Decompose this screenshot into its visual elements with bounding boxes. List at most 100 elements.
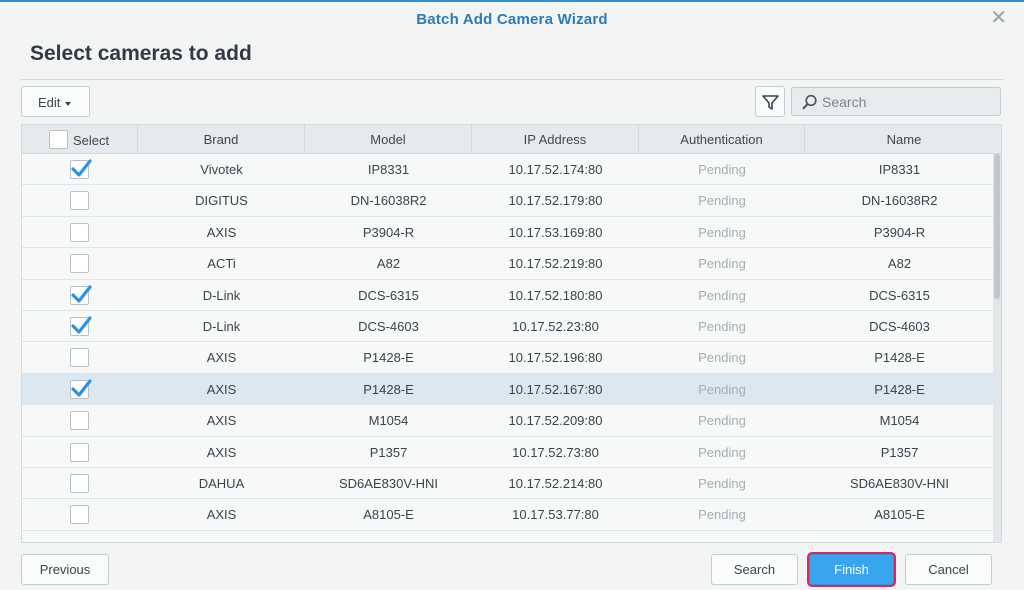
column-header-brand[interactable]: Brand	[138, 125, 305, 154]
checkmark-icon	[71, 284, 92, 303]
cell-brand: D-Link	[202, 319, 241, 334]
cell-name: DCS-6315	[869, 287, 930, 303]
cell-model: IP8331	[367, 162, 410, 177]
cell-model: DN-16038R2	[350, 193, 427, 209]
row-select-checkbox[interactable]	[70, 222, 89, 242]
cell-model: P1357	[369, 444, 408, 460]
column-header-ip-address[interactable]: IP Address	[472, 125, 639, 154]
table-row[interactable]: AXIS M1054 10.17.52.209:80 Pending M1054	[22, 405, 994, 437]
cell-model: DCS-6315	[358, 287, 419, 303]
cell-brand: AXIS	[206, 350, 237, 366]
cell-brand: AXIS	[206, 507, 237, 523]
previous-button[interactable]: Previous	[21, 554, 109, 585]
cell-brand: AXIS	[206, 224, 237, 240]
batch-add-camera-dialog: Batch Add Camera Wizard ✕ Select cameras…	[0, 0, 1024, 590]
cell-name: IP8331	[878, 162, 921, 177]
edit-menu-button[interactable]: Edit	[21, 86, 90, 117]
cell-name: SD6AE830V-HNI	[850, 476, 949, 491]
cell-authentication: Pending	[698, 256, 746, 272]
table-row[interactable]: AXIS A8105-E 10.17.53.77:80 Pending A8105-E	[22, 499, 994, 531]
cancel-button[interactable]: Cancel	[905, 554, 992, 585]
cell-name: A82	[887, 256, 912, 272]
table-row[interactable]: DAHUA SD6AE830V-HNI 10.17.52.214:80 Pending…	[22, 468, 994, 500]
cell-name: P3904-R	[873, 224, 926, 240]
select-all-checkbox[interactable]	[49, 130, 68, 149]
cell-ip-address: 10.17.52.196:80	[508, 350, 603, 366]
cell-model: SD6AE830V-HNI	[339, 476, 438, 491]
cell-model: DCS-4603	[358, 319, 419, 334]
search-icon	[802, 94, 817, 110]
column-header-name[interactable]: Name	[805, 125, 1001, 154]
cell-brand: D-Link	[202, 287, 241, 303]
cell-model: P1428-E	[363, 350, 414, 366]
checkmark-icon	[71, 159, 92, 177]
camera-table: Select Brand Model IP Address Authentica…	[21, 124, 1002, 543]
row-select-checkbox[interactable]	[70, 348, 89, 368]
cell-ip-address: 10.17.52.174:80	[508, 162, 603, 177]
filter-button[interactable]	[755, 86, 785, 117]
row-select-checkbox[interactable]	[70, 474, 89, 493]
search-button[interactable]: Search	[711, 554, 798, 585]
table-row[interactable]: AXIS P1357 10.17.52.73:80 Pending P1357	[22, 436, 994, 468]
table-row[interactable]: AXIS P1428-E 10.17.52.167:80 Pending P1428-E	[22, 373, 994, 406]
checkmark-icon	[71, 379, 92, 397]
row-select-checkbox[interactable]	[70, 442, 89, 462]
cell-ip-address: 10.17.53.169:80	[508, 224, 603, 240]
title-bar: Batch Add Camera Wizard ✕	[0, 2, 1024, 36]
column-header-select: Select	[22, 125, 138, 154]
cell-brand: DAHUA	[198, 476, 245, 491]
row-select-checkbox[interactable]	[70, 284, 92, 305]
search-input[interactable]	[820, 91, 990, 113]
cell-ip-address: 10.17.53.77:80	[512, 507, 599, 523]
row-select-checkbox[interactable]	[70, 191, 89, 211]
cell-authentication: Pending	[698, 444, 746, 460]
page-heading: Select cameras to add	[30, 42, 252, 65]
column-header-model[interactable]: Model	[305, 125, 472, 154]
cell-model: P1428-E	[363, 381, 414, 397]
cell-name: P1428-E	[874, 381, 925, 397]
table-row[interactable]: ACTi A82 10.17.52.219:80 Pending A82	[22, 248, 994, 280]
cell-authentication: Pending	[698, 413, 746, 429]
cell-ip-address: 10.17.52.167:80	[508, 381, 603, 397]
scrollbar-thumb[interactable]	[994, 154, 1000, 299]
table-row[interactable]: D-Link DCS-6315 10.17.52.180:80 Pending DCS-…	[22, 279, 994, 311]
cell-brand: ACTi	[207, 256, 236, 272]
vertical-scrollbar[interactable]	[993, 154, 1001, 542]
cell-authentication: Pending	[698, 319, 746, 334]
edit-button-label: Edit	[38, 95, 61, 110]
row-select-checkbox[interactable]	[70, 159, 92, 179]
cell-ip-address: 10.17.52.180:80	[508, 287, 603, 303]
cell-name: DCS-4603	[869, 319, 930, 334]
column-header-authentication[interactable]: Authentication	[639, 125, 805, 154]
close-icon[interactable]: ✕	[990, 8, 1007, 28]
row-select-checkbox[interactable]	[70, 411, 89, 431]
cell-ip-address: 10.17.52.214:80	[508, 476, 603, 491]
cell-brand: AXIS	[206, 381, 237, 397]
table-row[interactable]: AXIS P1428-E 10.17.52.196:80 Pending P1428-E	[22, 342, 994, 374]
row-select-checkbox[interactable]	[70, 379, 92, 399]
cell-authentication: Pending	[698, 476, 746, 491]
finish-button[interactable]: Finish	[809, 554, 894, 585]
cell-authentication: Pending	[698, 224, 746, 240]
table-row[interactable]: D-Link DCS-4603 10.17.52.23:80 Pending DCS-4…	[22, 311, 994, 343]
cell-ip-address: 10.17.52.73:80	[512, 444, 599, 460]
row-select-checkbox[interactable]	[70, 316, 92, 336]
cell-ip-address: 10.17.52.179:80	[508, 193, 603, 209]
cell-ip-address: 10.17.52.209:80	[508, 413, 603, 429]
cell-model: M1054	[368, 413, 409, 429]
row-select-checkbox[interactable]	[70, 505, 89, 525]
row-select-checkbox[interactable]	[70, 254, 89, 274]
table-row[interactable]: DIGITUS DN-16038R2 10.17.52.179:80 Pending D…	[22, 185, 994, 217]
filter-icon	[762, 95, 779, 110]
cell-model: A82	[376, 256, 401, 272]
cell-authentication: Pending	[698, 350, 746, 366]
cell-model: P3904-R	[362, 224, 415, 240]
cell-model: A8105-E	[363, 507, 414, 523]
search-box	[791, 87, 1001, 116]
table-row[interactable]: Vivotek IP8331 10.17.52.174:80 Pending IP833…	[22, 154, 994, 186]
cell-authentication: Pending	[698, 193, 746, 209]
table-row[interactable]: AXIS P3904-R 10.17.53.169:80 Pending P3904-R	[22, 216, 994, 249]
cell-brand: AXIS	[206, 413, 237, 429]
cell-name: M1054	[879, 413, 920, 429]
cell-ip-address: 10.17.52.219:80	[508, 256, 603, 272]
